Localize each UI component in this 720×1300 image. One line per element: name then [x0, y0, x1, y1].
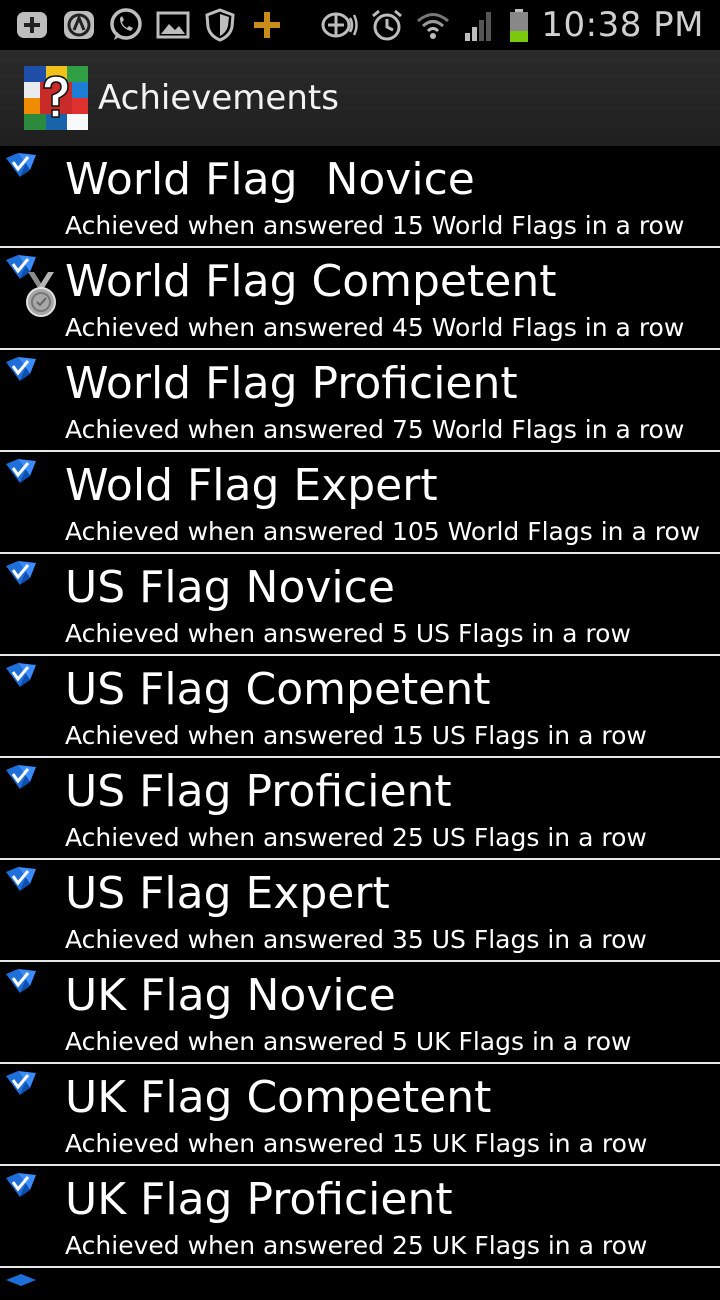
achievement-row[interactable]: UK Flag Proficient Achieved when answered…	[0, 1166, 720, 1268]
achievement-row[interactable]: UK Flag Novice Achieved when answered 5 U…	[0, 962, 720, 1064]
aviate-icon	[64, 11, 94, 39]
achievement-row[interactable]: US Flag Proficient Achieved when answered…	[0, 758, 720, 860]
achievement-badge-icon	[6, 663, 36, 687]
achievement-title: UK Flag Proficient	[65, 1174, 453, 1225]
achievement-title: World Flag Competent	[65, 256, 557, 307]
page-title: Achievements	[98, 78, 339, 118]
achievement-title: World Flag Novice	[65, 154, 475, 205]
achievement-badge-icon	[6, 357, 36, 381]
achievement-row[interactable]: UK Flag Competent Achieved when answered …	[0, 1064, 720, 1166]
alarm-icon	[372, 9, 403, 41]
achievement-title: Wold Flag Expert	[65, 460, 438, 511]
achievement-title: UK Flag Competent	[65, 1072, 492, 1123]
battery-icon	[510, 9, 529, 42]
achievement-description: Achieved when answered 105 World Flags i…	[65, 517, 701, 546]
add-icon	[17, 12, 47, 38]
achievement-description: Achieved when answered 45 World Flags in…	[65, 313, 685, 342]
achievement-description: Achieved when answered 15 US Flags in a …	[65, 721, 647, 750]
achievement-title: UK Flag Novice	[65, 970, 396, 1021]
achievement-badge-icon	[6, 867, 36, 891]
achievement-title: US Flag Novice	[65, 562, 395, 613]
achievement-title: World Flag Proficient	[65, 358, 518, 409]
achievement-badge-icon	[6, 969, 36, 993]
action-bar: Achievements	[0, 50, 720, 147]
achievement-badge-icon	[6, 153, 36, 177]
achievement-description: Achieved when answered 5 US Flags in a r…	[65, 619, 631, 648]
achievement-description: Achieved when answered 75 World Flags in…	[65, 415, 685, 444]
status-bar: 10:38 PM	[0, 0, 720, 50]
achievement-list: World Flag Novice Achieved when answered …	[0, 146, 720, 1268]
achievement-description: Achieved when answered 25 US Flags in a …	[65, 823, 647, 852]
medal-icon	[26, 272, 56, 317]
wifi-icon	[417, 13, 450, 39]
achievement-badge-icon	[6, 1274, 36, 1286]
achievement-row[interactable]: US Flag Expert Achieved when answered 35 …	[0, 860, 720, 962]
nfc-icon	[321, 12, 359, 38]
plus-icon	[254, 12, 280, 38]
achievement-title: US Flag Expert	[65, 868, 390, 919]
achievement-title: US Flag Competent	[65, 664, 491, 715]
achievement-description: Achieved when answered 15 UK Flags in a …	[65, 1129, 648, 1158]
achievement-badge-icon	[6, 561, 36, 585]
signal-icon	[465, 12, 492, 41]
status-clock: 10:38 PM	[541, 5, 704, 45]
achievement-row[interactable]: World Flag Proficient Achieved when answe…	[0, 350, 720, 452]
achievement-description: Achieved when answered 15 World Flags in…	[65, 211, 685, 240]
achievement-row[interactable]: World Flag Competent Achieved when answer…	[0, 248, 720, 350]
achievement-row[interactable]: US Flag Novice Achieved when answered 5 U…	[0, 554, 720, 656]
achievement-badge-icon	[6, 1071, 36, 1095]
gallery-icon	[156, 11, 190, 39]
achievement-badge-icon	[6, 765, 36, 789]
achievement-row[interactable]: Wold Flag Expert Achieved when answered 1…	[0, 452, 720, 554]
achievement-title: US Flag Proficient	[65, 766, 452, 817]
achievement-description: Achieved when answered 25 UK Flags in a …	[65, 1231, 648, 1260]
achievement-badge-icon	[6, 459, 36, 483]
status-system-icons: 10:38 PM	[319, 5, 704, 45]
partial-list-item	[0, 1268, 720, 1286]
achievement-description: Achieved when answered 5 UK Flags in a r…	[65, 1027, 632, 1056]
achievement-badge-icon	[6, 1173, 36, 1197]
whatsapp-icon	[110, 8, 142, 40]
achievement-row[interactable]: US Flag Competent Achieved when answered …	[0, 656, 720, 758]
flags-quiz-icon[interactable]	[24, 66, 88, 130]
achievement-row[interactable]: World Flag Novice Achieved when answered …	[0, 146, 720, 248]
shield-icon	[205, 8, 235, 42]
achievement-description: Achieved when answered 35 US Flags in a …	[65, 925, 647, 954]
status-notification-icons	[14, 5, 285, 45]
